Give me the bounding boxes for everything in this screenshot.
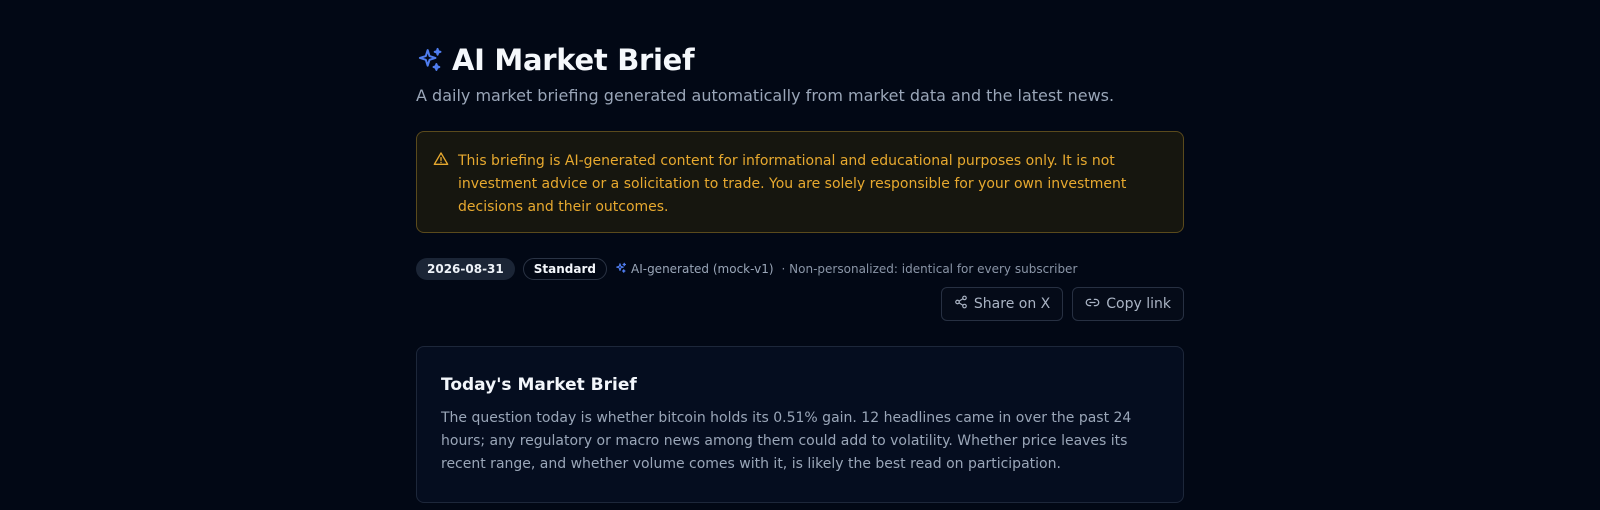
page-container: AI Market Brief A daily market briefing … — [416, 0, 1184, 503]
share-actions: Share on X Copy link — [416, 287, 1184, 321]
personalization-note: · Non-personalized: identical for every … — [781, 262, 1078, 276]
header: AI Market Brief — [416, 40, 1184, 80]
share-on-x-button[interactable]: Share on X — [940, 287, 1064, 321]
tier-badge: Standard — [522, 258, 607, 280]
disclaimer-banner: This briefing is AI-generated content fo… — [416, 131, 1184, 233]
share-icon — [954, 295, 974, 313]
ai-generated-label: AI-generated (mock-v1) — [615, 262, 774, 277]
copy-link-button[interactable]: Copy link — [1072, 287, 1184, 321]
sparkles-icon — [416, 46, 444, 74]
share-on-x-label: Share on X — [973, 296, 1051, 312]
brief-title: Today's Market Brief — [441, 375, 637, 395]
warning-triangle-icon — [433, 150, 449, 171]
date-badge: 2026-08-31 — [416, 258, 515, 280]
page-title: AI Market Brief — [452, 43, 695, 77]
page-subtitle: A daily market briefing generated automa… — [416, 86, 1115, 105]
sparkles-small-icon — [615, 262, 631, 277]
market-brief-card: Today's Market Brief The question today … — [416, 346, 1184, 503]
disclaimer-text: This briefing is AI-generated content fo… — [458, 153, 1127, 215]
meta-row: 2026-08-31 Standard AI-generated (mock-v… — [416, 257, 1184, 281]
copy-link-label: Copy link — [1106, 296, 1171, 312]
link-icon — [1085, 295, 1106, 314]
brief-body: The question today is whether bitcoin ho… — [441, 410, 1132, 472]
ai-generated-text: AI-generated (mock-v1) — [630, 262, 774, 276]
